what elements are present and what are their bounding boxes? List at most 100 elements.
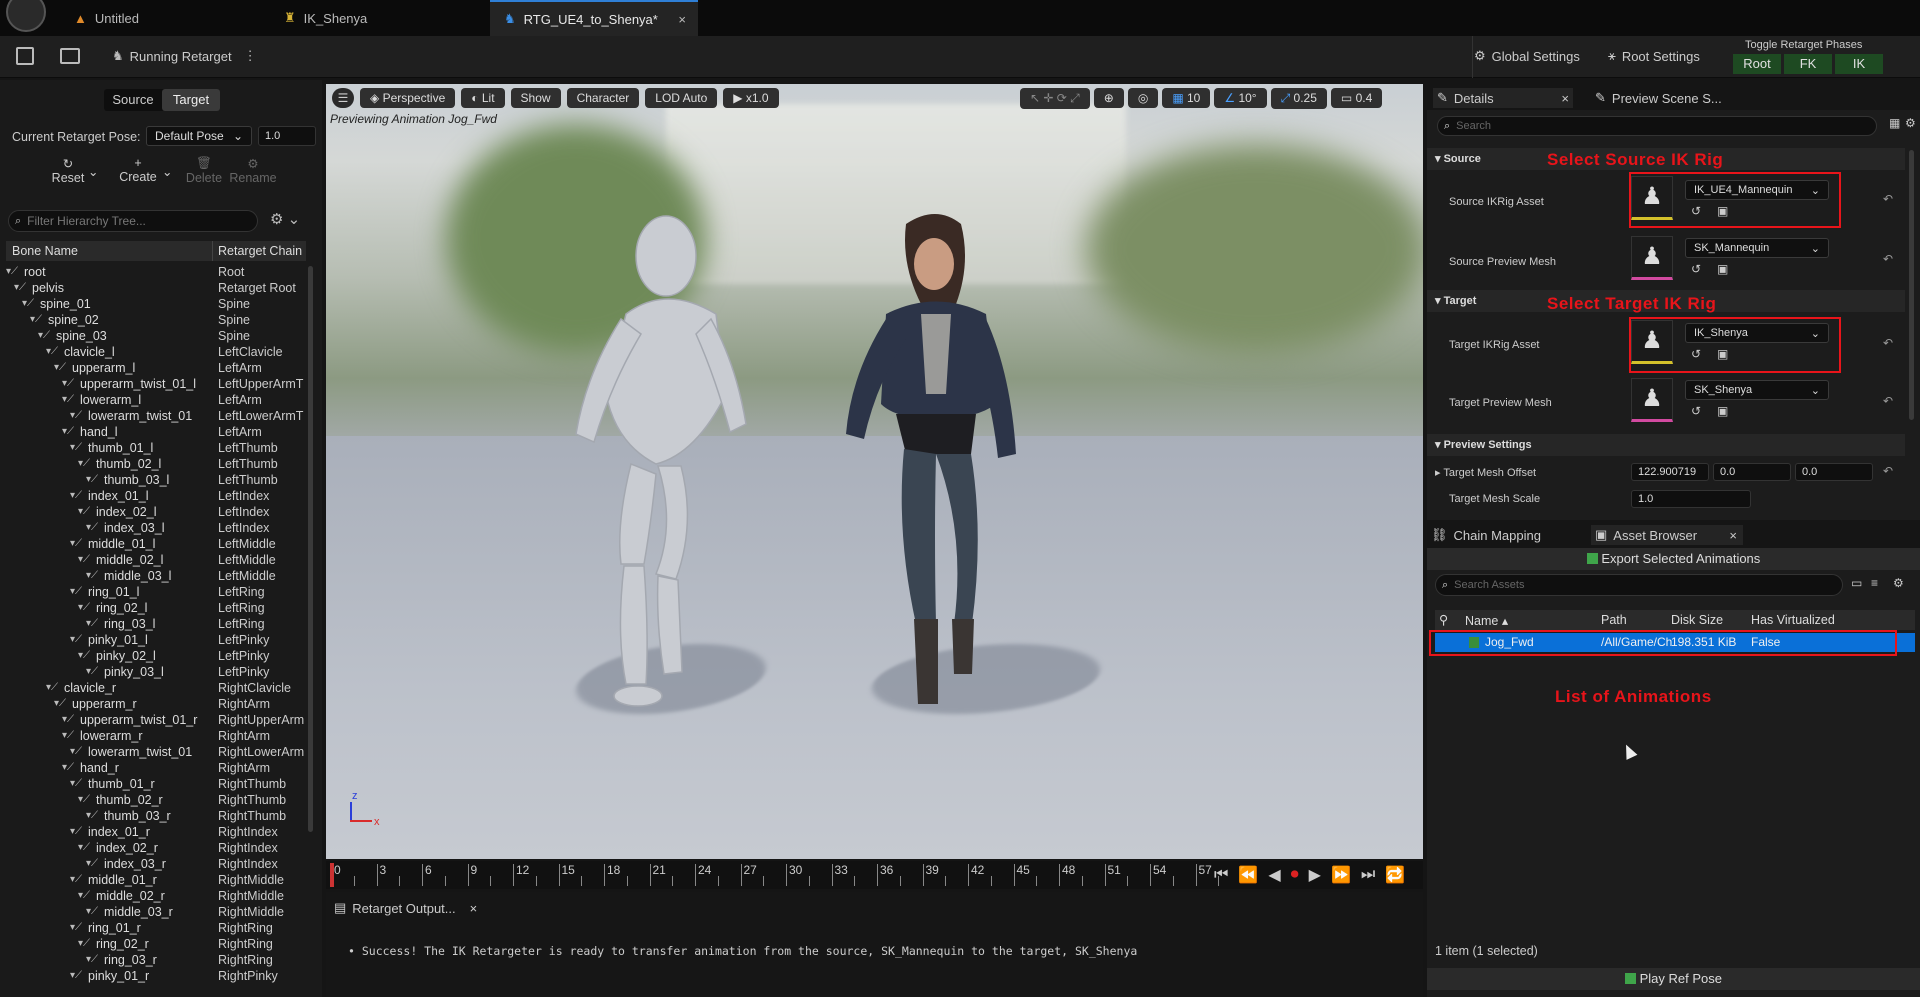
bone-row[interactable]: ▾⟋ middle_03_l LeftMiddle (6, 568, 306, 584)
bone-row[interactable]: ▾⟋ index_02_l LeftIndex (6, 504, 306, 520)
play-reverse-icon[interactable]: ◀ (1268, 865, 1280, 885)
col-name[interactable]: Name ▴ (1465, 613, 1508, 628)
global-settings-button[interactable]: ⚙ Global Settings (1474, 48, 1580, 64)
bone-row[interactable]: ▾⟋ hand_r RightArm (6, 760, 306, 776)
target-mesh-dropdown[interactable]: SK_Shenya ⌄ (1685, 380, 1829, 400)
reset-to-default-icon[interactable]: ↶ (1883, 252, 1893, 266)
export-animations-button[interactable]: Export Selected Animations (1427, 548, 1920, 570)
bone-row[interactable]: ▾⟋ spine_03 Spine (6, 328, 306, 344)
step-back-icon[interactable]: ⏪ (1238, 865, 1258, 885)
source-mesh-thumbnail[interactable]: ♟ (1631, 236, 1673, 280)
asset-search-input[interactable]: ⌕ Search Assets (1435, 574, 1843, 596)
bone-row[interactable]: ▾⟋ index_03_l LeftIndex (6, 520, 306, 536)
close-tab-icon[interactable]: × (1729, 528, 1737, 543)
playback-speed-button[interactable]: ▶ x1.0 (723, 88, 779, 108)
bone-row[interactable]: ▾⟋ ring_01_r RightRing (6, 920, 306, 936)
create-button[interactable]: + Create (116, 156, 160, 184)
bone-row[interactable]: ▾⟋ middle_02_l LeftMiddle (6, 552, 306, 568)
delete-button[interactable]: 🗑 Delete (184, 156, 224, 185)
phase-ik-toggle[interactable]: IK (1835, 54, 1883, 74)
world-local-icon[interactable]: ⊕ (1093, 88, 1124, 108)
rotation-snap-toggle[interactable]: ∠ 10° (1214, 88, 1267, 108)
bone-row[interactable]: ▾⟋ upperarm_l LeftArm (6, 360, 306, 376)
close-tab-icon[interactable]: × (1561, 91, 1569, 106)
more-options-icon[interactable]: ⋮ (244, 48, 257, 64)
retarget-pose-dropdown[interactable]: Default Pose ⌄ (146, 126, 252, 146)
bone-row[interactable]: ▾⟋ hand_l LeftArm (6, 424, 306, 440)
bone-row[interactable]: ▾⟋ ring_02_l LeftRing (6, 600, 306, 616)
chevron-down-icon[interactable]: ⌄ (162, 164, 172, 179)
bone-row[interactable]: ▾⟋ thumb_03_l LeftThumb (6, 472, 306, 488)
bone-row[interactable]: ▾⟋ thumb_01_r RightThumb (6, 776, 306, 792)
skip-end-icon[interactable]: ⏭ (1361, 866, 1375, 884)
perspective-button[interactable]: ◈ Perspective (360, 88, 456, 108)
rename-button[interactable]: ⚙ Rename (228, 156, 278, 185)
bone-row[interactable]: ▾⟋ index_01_l LeftIndex (6, 488, 306, 504)
bone-row[interactable]: ▾⟋ pelvis Retarget Root (6, 280, 306, 296)
tree-view-icon[interactable]: ⚲ (1439, 612, 1448, 627)
surface-snap-icon[interactable]: ◎ (1127, 88, 1159, 108)
bone-row[interactable]: ▾⟋ spine_02 Spine (6, 312, 306, 328)
chevron-down-icon[interactable]: ⌄ (88, 164, 98, 179)
asset-browser-tab[interactable]: ▣ Asset Browser × (1591, 525, 1743, 545)
bone-row[interactable]: ▾⟋ ring_03_r RightRing (6, 952, 306, 968)
reset-to-default-icon[interactable]: ↶ (1883, 464, 1893, 478)
play-icon[interactable]: ▶ (1309, 865, 1321, 885)
reset-button[interactable]: ↻ Reset (48, 156, 88, 185)
col-bone-name[interactable]: Bone Name (12, 244, 78, 258)
transform-tools[interactable]: ↖ ✛ ⟳ ⤢ (1020, 87, 1090, 109)
bone-row[interactable]: ▾⟋ middle_03_r RightMiddle (6, 904, 306, 920)
bone-row[interactable]: ▾⟋ pinky_01_r RightPinky (6, 968, 306, 984)
character-button[interactable]: Character (566, 88, 640, 108)
phase-fk-toggle[interactable]: FK (1784, 54, 1832, 74)
folder-icon[interactable]: ▭ (1851, 576, 1862, 590)
record-icon[interactable]: ⏺ (1291, 866, 1299, 884)
use-selected-icon[interactable]: ↺ (1691, 404, 1701, 418)
running-retarget-button[interactable]: ♞ Running Retarget ⋮ (112, 48, 257, 64)
bone-row[interactable]: ▾⟋ pinky_01_l LeftPinky (6, 632, 306, 648)
skip-start-icon[interactable]: ⏮ (1214, 866, 1228, 884)
browse-folder-icon[interactable]: ▣ (1717, 404, 1728, 418)
lit-button[interactable]: ◐ Lit (461, 88, 505, 108)
offset-x-field[interactable]: 122.900719 (1631, 463, 1709, 481)
col-disk-size[interactable]: Disk Size (1671, 613, 1723, 627)
col-has-virtualized[interactable]: Has Virtualized (1751, 613, 1835, 627)
bone-row[interactable]: ▾⟋ ring_02_r RightRing (6, 936, 306, 952)
reset-to-default-icon[interactable]: ↶ (1883, 394, 1893, 408)
bone-row[interactable]: ▾⟋ index_01_r RightIndex (6, 824, 306, 840)
hierarchy-filter-input[interactable]: ⌕ Filter Hierarchy Tree... (8, 210, 258, 232)
grid-snap-toggle[interactable]: ▦ 10 (1162, 88, 1211, 108)
phase-root-toggle[interactable]: Root (1733, 54, 1781, 74)
mesh-scale-field[interactable]: 1.0 (1631, 490, 1751, 508)
bone-row[interactable]: ▾⟋ upperarm_twist_01_l LeftUpperArmT (6, 376, 306, 392)
tab-untitled[interactable]: ▲ Untitled (60, 0, 280, 36)
browse-folder-icon[interactable]: ▣ (1717, 262, 1728, 276)
pose-blend-field[interactable]: 1.0 (258, 126, 316, 146)
scale-snap-toggle[interactable]: ⤢ 0.25 (1270, 87, 1327, 109)
tab-rtg-retargeter[interactable]: ♞ RTG_UE4_to_Shenya* × (490, 0, 698, 36)
reset-to-default-icon[interactable]: ↶ (1883, 192, 1893, 206)
bone-row[interactable]: ▾⟋ lowerarm_r RightArm (6, 728, 306, 744)
bone-row[interactable]: ▾⟋ thumb_02_r RightThumb (6, 792, 306, 808)
bone-row[interactable]: ▾⟋ ring_03_l LeftRing (6, 616, 306, 632)
filter-icon[interactable]: ≡ (1871, 576, 1878, 590)
loop-icon[interactable]: 🔁 (1385, 865, 1405, 885)
bone-row[interactable]: ▾⟋ thumb_01_l LeftThumb (6, 440, 306, 456)
viewport-menu-icon[interactable]: ☰ (332, 88, 354, 108)
chain-mapping-tab[interactable]: ⛓ Chain Mapping (1431, 527, 1541, 543)
scrub-marker[interactable] (330, 863, 334, 887)
source-toggle[interactable]: Source (104, 89, 162, 111)
bone-row[interactable]: ▾⟋ pinky_02_l LeftPinky (6, 648, 306, 664)
lod-auto-button[interactable]: LOD Auto (645, 88, 718, 108)
col-retarget-chain[interactable]: Retarget Chain (218, 244, 302, 258)
bone-row[interactable]: ▾⟋ spine_01 Spine (6, 296, 306, 312)
browse-asset-icon[interactable] (60, 48, 80, 64)
bone-row[interactable]: ▾⟋ clavicle_l LeftClavicle (6, 344, 306, 360)
tab-ik-shenya[interactable]: ♜ IK_Shenya (270, 0, 485, 36)
details-search-input[interactable]: ⌕ Search (1437, 116, 1877, 136)
source-mesh-dropdown[interactable]: SK_Mannequin ⌄ (1685, 238, 1829, 258)
preview-scene-tab[interactable]: ✎ Preview Scene S... (1595, 90, 1722, 106)
camera-speed-button[interactable]: ▭ 0.4 (1330, 88, 1383, 108)
play-ref-pose-button[interactable]: Play Ref Pose (1427, 968, 1920, 990)
bone-row[interactable]: ▾⟋ pinky_03_l LeftPinky (6, 664, 306, 680)
